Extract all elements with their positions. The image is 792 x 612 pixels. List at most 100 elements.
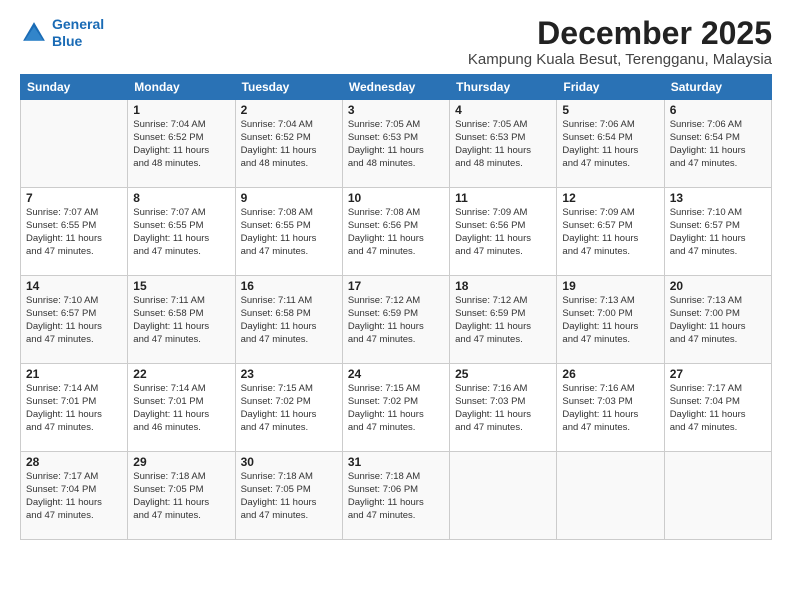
table-row: 13Sunrise: 7:10 AMSunset: 6:57 PMDayligh… bbox=[664, 188, 771, 276]
day-number: 12 bbox=[562, 191, 658, 205]
logo-blue: Blue bbox=[52, 33, 82, 49]
day-info: Sunrise: 7:04 AMSunset: 6:52 PMDaylight:… bbox=[241, 119, 337, 170]
day-info: Sunrise: 7:14 AMSunset: 7:01 PMDaylight:… bbox=[133, 383, 229, 434]
week-row-3: 14Sunrise: 7:10 AMSunset: 6:57 PMDayligh… bbox=[21, 276, 772, 364]
table-row bbox=[21, 100, 128, 188]
logo-icon bbox=[20, 19, 48, 47]
day-info: Sunrise: 7:11 AMSunset: 6:58 PMDaylight:… bbox=[133, 295, 229, 346]
day-number: 11 bbox=[455, 191, 551, 205]
week-row-1: 1 Sunrise: 7:04 AMSunset: 6:52 PMDaylight… bbox=[21, 100, 772, 188]
table-row: 10 Sunrise: 7:08 AMSunset: 6:56 PMDayligh… bbox=[342, 188, 449, 276]
table-row: 11 Sunrise: 7:09 AMSunset: 6:56 PMDayligh… bbox=[450, 188, 557, 276]
day-info: Sunrise: 7:15 AMSunset: 7:02 PMDaylight:… bbox=[348, 383, 444, 434]
day-number: 17 bbox=[348, 279, 444, 293]
header-thursday: Thursday bbox=[450, 75, 557, 100]
table-row bbox=[664, 452, 771, 540]
header-friday: Friday bbox=[557, 75, 664, 100]
day-number: 20 bbox=[670, 279, 766, 293]
day-number: 4 bbox=[455, 103, 551, 117]
logo-text: General Blue bbox=[52, 16, 104, 50]
day-info: Sunrise: 7:16 AMSunset: 7:03 PMDaylight:… bbox=[562, 383, 658, 434]
month-title: December 2025 bbox=[468, 16, 772, 51]
day-info: Sunrise: 7:12 AMSunset: 6:59 PMDaylight:… bbox=[455, 295, 551, 346]
day-info: Sunrise: 7:17 AMSunset: 7:04 PMDaylight:… bbox=[26, 471, 122, 522]
header-saturday: Saturday bbox=[664, 75, 771, 100]
header-sunday: Sunday bbox=[21, 75, 128, 100]
day-info: Sunrise: 7:18 AMSunset: 7:05 PMDaylight:… bbox=[241, 471, 337, 522]
table-row: 22 Sunrise: 7:14 AMSunset: 7:01 PMDayligh… bbox=[128, 364, 235, 452]
table-row: 5 Sunrise: 7:06 AMSunset: 6:54 PMDaylight… bbox=[557, 100, 664, 188]
day-info: Sunrise: 7:13 AMSunset: 7:00 PMDaylight:… bbox=[562, 295, 658, 346]
table-row: 25Sunrise: 7:16 AMSunset: 7:03 PMDayligh… bbox=[450, 364, 557, 452]
day-number: 24 bbox=[348, 367, 444, 381]
day-info: Sunrise: 7:15 AMSunset: 7:02 PMDaylight:… bbox=[241, 383, 337, 434]
day-number: 19 bbox=[562, 279, 658, 293]
table-row: 8Sunrise: 7:07 AMSunset: 6:55 PMDaylight… bbox=[128, 188, 235, 276]
table-row: 18Sunrise: 7:12 AMSunset: 6:59 PMDayligh… bbox=[450, 276, 557, 364]
day-info: Sunrise: 7:05 AMSunset: 6:53 PMDaylight:… bbox=[455, 119, 551, 170]
day-number: 23 bbox=[241, 367, 337, 381]
day-info: Sunrise: 7:05 AMSunset: 6:53 PMDaylight:… bbox=[348, 119, 444, 170]
day-number: 5 bbox=[562, 103, 658, 117]
table-row: 23 Sunrise: 7:15 AMSunset: 7:02 PMDayligh… bbox=[235, 364, 342, 452]
week-row-4: 21 Sunrise: 7:14 AMSunset: 7:01 PMDayligh… bbox=[21, 364, 772, 452]
day-info: Sunrise: 7:06 AMSunset: 6:54 PMDaylight:… bbox=[562, 119, 658, 170]
day-info: Sunrise: 7:18 AMSunset: 7:05 PMDaylight:… bbox=[133, 471, 229, 522]
day-number: 6 bbox=[670, 103, 766, 117]
day-number: 22 bbox=[133, 367, 229, 381]
day-info: Sunrise: 7:08 AMSunset: 6:55 PMDaylight:… bbox=[241, 207, 337, 258]
day-info: Sunrise: 7:07 AMSunset: 6:55 PMDaylight:… bbox=[133, 207, 229, 258]
day-number: 13 bbox=[670, 191, 766, 205]
day-info: Sunrise: 7:17 AMSunset: 7:04 PMDaylight:… bbox=[670, 383, 766, 434]
table-row: 4 Sunrise: 7:05 AMSunset: 6:53 PMDaylight… bbox=[450, 100, 557, 188]
table-row: 7Sunrise: 7:07 AMSunset: 6:55 PMDaylight… bbox=[21, 188, 128, 276]
table-row: 15 Sunrise: 7:11 AMSunset: 6:58 PMDayligh… bbox=[128, 276, 235, 364]
day-info: Sunrise: 7:18 AMSunset: 7:06 PMDaylight:… bbox=[348, 471, 444, 522]
table-row: 31 Sunrise: 7:18 AMSunset: 7:06 PMDayligh… bbox=[342, 452, 449, 540]
day-number: 16 bbox=[241, 279, 337, 293]
table-row: 12Sunrise: 7:09 AMSunset: 6:57 PMDayligh… bbox=[557, 188, 664, 276]
table-row: 21 Sunrise: 7:14 AMSunset: 7:01 PMDayligh… bbox=[21, 364, 128, 452]
week-row-5: 28 Sunrise: 7:17 AMSunset: 7:04 PMDayligh… bbox=[21, 452, 772, 540]
day-number: 25 bbox=[455, 367, 551, 381]
table-row: 17 Sunrise: 7:12 AMSunset: 6:59 PMDayligh… bbox=[342, 276, 449, 364]
table-row: 6Sunrise: 7:06 AMSunset: 6:54 PMDaylight… bbox=[664, 100, 771, 188]
day-number: 28 bbox=[26, 455, 122, 469]
day-info: Sunrise: 7:12 AMSunset: 6:59 PMDaylight:… bbox=[348, 295, 444, 346]
table-row: 1Sunrise: 7:04 AMSunset: 6:52 PMDaylight… bbox=[128, 100, 235, 188]
table-row: 30Sunrise: 7:18 AMSunset: 7:05 PMDayligh… bbox=[235, 452, 342, 540]
location: Kampung Kuala Besut, Terengganu, Malaysi… bbox=[468, 51, 772, 68]
table-row: 20Sunrise: 7:13 AMSunset: 7:00 PMDayligh… bbox=[664, 276, 771, 364]
day-number: 31 bbox=[348, 455, 444, 469]
table-row: 26 Sunrise: 7:16 AMSunset: 7:03 PMDayligh… bbox=[557, 364, 664, 452]
day-info: Sunrise: 7:14 AMSunset: 7:01 PMDaylight:… bbox=[26, 383, 122, 434]
day-number: 29 bbox=[133, 455, 229, 469]
title-section: December 2025 Kampung Kuala Besut, Teren… bbox=[468, 16, 772, 68]
table-row: 29 Sunrise: 7:18 AMSunset: 7:05 PMDayligh… bbox=[128, 452, 235, 540]
header-tuesday: Tuesday bbox=[235, 75, 342, 100]
table-row: 14Sunrise: 7:10 AMSunset: 6:57 PMDayligh… bbox=[21, 276, 128, 364]
table-row bbox=[557, 452, 664, 540]
day-number: 7 bbox=[26, 191, 122, 205]
day-number: 1 bbox=[133, 103, 229, 117]
day-number: 27 bbox=[670, 367, 766, 381]
day-info: Sunrise: 7:09 AMSunset: 6:56 PMDaylight:… bbox=[455, 207, 551, 258]
day-number: 15 bbox=[133, 279, 229, 293]
table-row: 19 Sunrise: 7:13 AMSunset: 7:00 PMDayligh… bbox=[557, 276, 664, 364]
day-number: 10 bbox=[348, 191, 444, 205]
header: General Blue December 2025 Kampung Kuala… bbox=[20, 16, 772, 68]
day-number: 26 bbox=[562, 367, 658, 381]
header-monday: Monday bbox=[128, 75, 235, 100]
day-info: Sunrise: 7:11 AMSunset: 6:58 PMDaylight:… bbox=[241, 295, 337, 346]
calendar-header-row: Sunday Monday Tuesday Wednesday Thursday… bbox=[21, 75, 772, 100]
table-row: 27 Sunrise: 7:17 AMSunset: 7:04 PMDayligh… bbox=[664, 364, 771, 452]
table-row: 28 Sunrise: 7:17 AMSunset: 7:04 PMDayligh… bbox=[21, 452, 128, 540]
week-row-2: 7 Sunrise: 7:07 AMSunset: 6:55 PMDaylight… bbox=[21, 188, 772, 276]
calendar: Sunday Monday Tuesday Wednesday Thursday… bbox=[20, 74, 772, 540]
header-wednesday: Wednesday bbox=[342, 75, 449, 100]
day-info: Sunrise: 7:10 AMSunset: 6:57 PMDaylight:… bbox=[26, 295, 122, 346]
day-number: 9 bbox=[241, 191, 337, 205]
day-number: 21 bbox=[26, 367, 122, 381]
table-row: 24 Sunrise: 7:15 AMSunset: 7:02 PMDayligh… bbox=[342, 364, 449, 452]
day-info: Sunrise: 7:08 AMSunset: 6:56 PMDaylight:… bbox=[348, 207, 444, 258]
